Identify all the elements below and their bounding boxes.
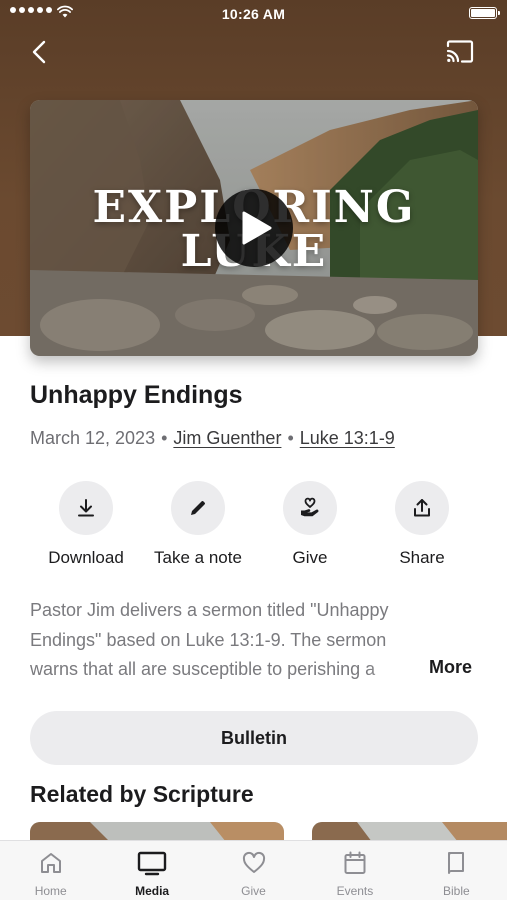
tab-bar: Home Media Give Events Bible xyxy=(0,840,507,900)
status-bar: 10:26 AM xyxy=(0,0,507,28)
media-description: Pastor Jim delivers a sermon titled "Unh… xyxy=(30,596,430,685)
tab-media-label: Media xyxy=(135,884,170,898)
meta-separator: • xyxy=(287,428,294,448)
tv-icon xyxy=(137,851,167,876)
share-label: Share xyxy=(399,548,445,567)
bulletin-button[interactable]: Bulletin xyxy=(30,711,478,765)
more-button[interactable]: More xyxy=(429,657,472,678)
back-button[interactable] xyxy=(28,38,54,66)
related-section-title: Related by Scripture xyxy=(30,781,254,807)
tab-give[interactable]: Give xyxy=(203,841,304,900)
video-thumbnail[interactable]: EXPLORING LUKE xyxy=(30,100,478,356)
give-label: Give xyxy=(292,548,328,567)
play-icon xyxy=(242,211,272,245)
media-title: Unhappy Endings xyxy=(30,381,243,409)
tab-events[interactable]: Events xyxy=(304,841,405,900)
chevron-left-icon xyxy=(32,40,46,64)
media-date: March 12, 2023 xyxy=(30,428,156,448)
description-line1: Pastor Jim delivers a sermon titled "Unh… xyxy=(30,600,389,620)
pencil-icon xyxy=(191,501,205,515)
calendar-icon xyxy=(344,851,366,874)
heart-icon xyxy=(242,851,265,873)
heart-hand-icon xyxy=(301,497,319,517)
share-button-circle xyxy=(395,481,449,535)
tab-bible-label: Bible xyxy=(442,884,470,898)
media-meta: March 12, 2023 • Jim Guenther • Luke 13:1-9 xyxy=(30,428,395,449)
description-line3: warns that all are susceptible to perish… xyxy=(30,659,376,679)
speaker-link[interactable]: Jim Guenther xyxy=(173,428,281,448)
give-button-circle xyxy=(283,481,337,535)
take-note-label: Take a note xyxy=(154,548,242,567)
tab-home-label: Home xyxy=(34,884,67,898)
status-time: 10:26 AM xyxy=(221,6,286,22)
download-button[interactable]: Download xyxy=(30,481,142,568)
home-icon xyxy=(40,853,61,873)
share-button[interactable]: Share xyxy=(366,481,478,568)
download-button-circle xyxy=(59,481,113,535)
cast-button[interactable] xyxy=(445,38,475,66)
give-button[interactable]: Give xyxy=(254,481,366,568)
scripture-link[interactable]: Luke 13:1-9 xyxy=(300,428,395,448)
tab-give-label: Give xyxy=(241,884,266,898)
book-icon xyxy=(448,852,465,874)
download-icon xyxy=(78,499,94,517)
take-note-button[interactable]: Take a note xyxy=(142,481,254,568)
meta-separator: • xyxy=(161,428,168,448)
take-note-button-circle xyxy=(171,481,225,535)
share-icon xyxy=(414,499,430,517)
cast-icon xyxy=(446,40,474,63)
tab-events-label: Events xyxy=(336,884,374,898)
description-line2: Endings" based on Luke 13:1-9. The sermo… xyxy=(30,629,387,650)
tab-media[interactable]: Media xyxy=(101,841,202,900)
battery-icon xyxy=(469,7,500,19)
play-button[interactable] xyxy=(215,189,293,267)
download-label: Download xyxy=(48,548,124,567)
tab-home[interactable]: Home xyxy=(0,841,101,900)
action-row: Download Take a note Give Share xyxy=(30,481,478,571)
tab-bible[interactable]: Bible xyxy=(406,841,507,900)
